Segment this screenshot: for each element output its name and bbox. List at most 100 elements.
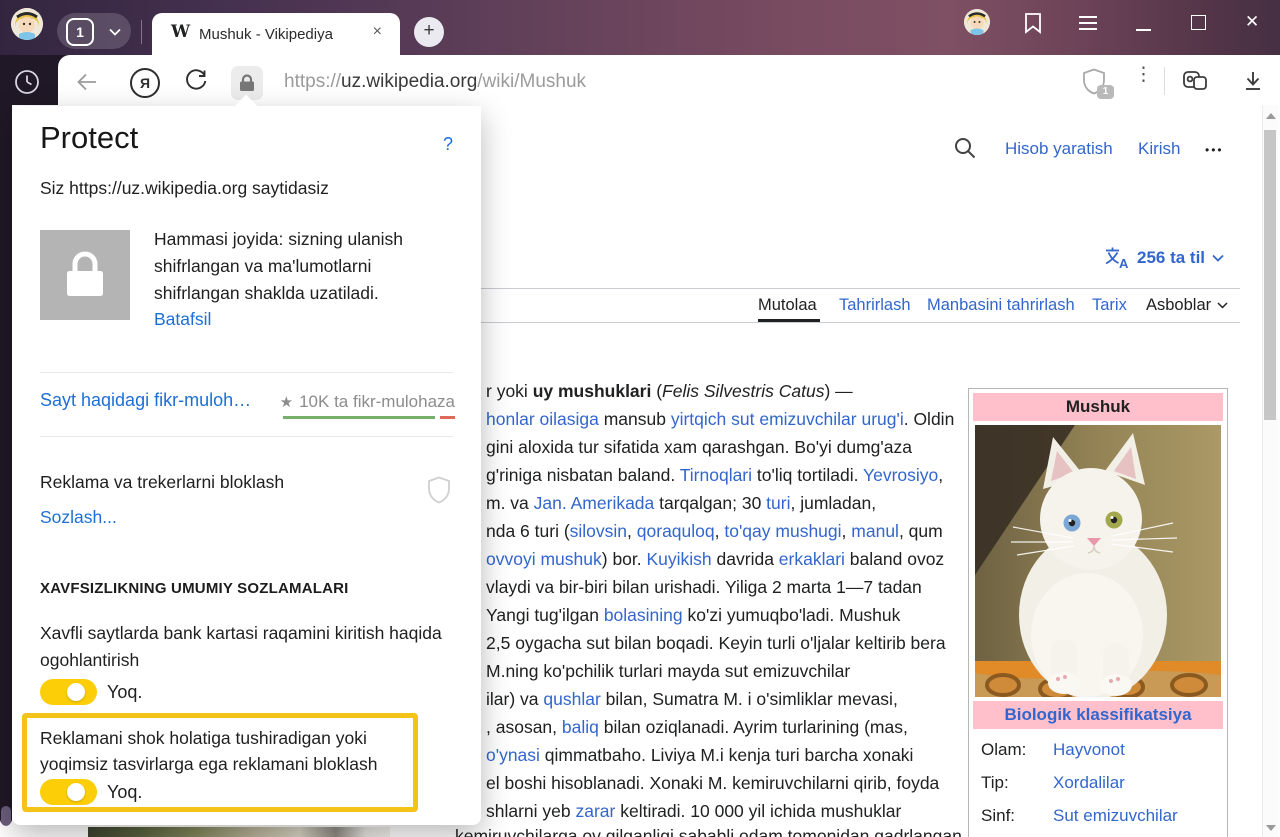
taxo-value-link[interactable]: Xordalilar [1053,773,1125,796]
toggle-knob [67,783,85,801]
configure-link[interactable]: Sozlash... [40,507,117,528]
article-text: , qum [899,521,943,541]
site-identity-text: Siz https://uz.wikipedia.org saytidasiz [40,178,329,199]
toggle-on[interactable] [40,679,97,705]
article-text: , [938,465,943,485]
article-line: r yoki uy mushuklari (Felis Silvestris C… [486,381,853,402]
scroll-down-arrow-icon[interactable] [1266,825,1276,831]
article-text: m. va [486,493,534,513]
article-link[interactable]: to'qay mushugi [724,521,841,541]
taxobox-title: Mushuk [973,393,1223,421]
article-text: vlaydi va bir-biri bilan urishadi. Yilig… [486,577,922,597]
article-image-strip [88,827,390,837]
site-rating[interactable]: ★ 10K ta fikr-mulohaza [280,392,455,412]
taxobox-table: Olam: Hayvonot Tip: Xordalilar Sinf: Sut… [973,735,1223,834]
taxobox: Mushuk [968,388,1228,837]
table-row: Sinf: Sut emizuvchilar [973,801,1223,834]
article-link[interactable]: qushlar [543,689,600,709]
secure-connection-tile [40,230,130,320]
taxo-label: Tip: [981,773,1053,796]
article-link[interactable]: turi [766,493,790,513]
scrollbar-thumb[interactable] [1264,130,1276,420]
table-row: Olam: Hayvonot [973,735,1223,768]
article-text: shlarni yeb [486,801,576,821]
article-link[interactable]: silovsin [570,521,627,541]
kitten-photo[interactable] [975,425,1221,697]
article-line: vlaydi va bir-biri bilan urishadi. Yilig… [486,577,922,598]
article-text: , [715,521,725,541]
article-link[interactable]: ovvoyi mushuk [486,549,602,569]
article-text: baland ovoz [845,549,944,569]
rating-count-text: 10K ta fikr-mulohaza [299,392,455,412]
article-link[interactable]: qoraquloq [637,521,715,541]
article-text: nda 6 turi ( [486,521,570,541]
article-link[interactable]: baliq [562,717,599,737]
taxo-label: Sinf: [981,806,1053,829]
bank-warning-toggle-row: Yoq. [40,679,142,705]
connection-status-text: Hammasi joyida: sizning ulanish shifrlan… [154,226,454,307]
sidebar-handle[interactable] [1,806,11,826]
panel-title: Protect [40,120,138,156]
toggle-on[interactable] [40,779,97,805]
article-clipped-line: kemiruvchilarga ov qilganligi sababli od… [455,826,982,837]
article-text: keltiradi. 10 000 yil ichida mushuklar [615,801,901,821]
lock-icon [64,251,106,299]
article-link[interactable]: erkaklari [779,549,845,569]
browser-window: 1 W Mushuk - Vikipediya × + [0,0,1280,837]
article-text: Felis Silvestris Catus [662,381,824,401]
site-feedback-link[interactable]: Sayt haqidagi fikr-muloh… [40,390,251,411]
toggle-state-label: Yoq. [107,682,142,703]
article-text: . Oldin [904,409,955,429]
article-link[interactable]: Yevrosiyo [863,465,938,485]
help-link[interactable]: ? [443,134,453,155]
article-text: , asosan, [486,717,562,737]
taxo-value-link[interactable]: Hayvonot [1053,740,1125,763]
taxo-label: Olam: [981,740,1053,763]
divider [40,436,453,437]
highlighted-setting-box: Reklamani shok holatiga tushiradigan yok… [22,713,418,812]
article-link[interactable]: manul [851,521,899,541]
adblock-shield [427,476,451,509]
star-icon: ★ [280,393,293,411]
scroll-up-arrow-icon[interactable] [1266,113,1276,119]
page-scrollbar[interactable] [1262,105,1278,837]
article-line: nda 6 turi (silovsin, qoraquloq, to'qay … [486,521,943,542]
article-text: bilan, Sumatra M. i o'simliklar mevasi, [601,689,898,709]
article-line: gini aloxida tur sifatida xam qarashgan.… [486,437,912,458]
security-settings-header: XAVFSIZLIKNING UMUMIY SOZLAMALARI [40,580,349,597]
divider [40,372,453,373]
article-line: g'riniga nisbatan baland. Tirnoqlari to'… [486,465,943,486]
taxo-value-link[interactable]: Sut emizuvchilar [1053,806,1178,829]
article-line: shlarni yeb zarar keltiradi. 10 000 yil … [486,801,901,822]
article-line: 2,5 oygacha sut bilan boqadi. Keyin turl… [486,633,946,654]
article-link[interactable]: bolasining [604,605,683,625]
article-text: ko'zi yumuqbo'ladi. Mushuk [683,605,901,625]
article-line: o'ynasi qimmatbaho. Liviya M.i kenja tur… [486,745,913,766]
article-link[interactable]: Tirnoqlari [680,465,752,485]
article-line: Yangi tug'ilgan bolasining ko'zi yumuqbo… [486,605,900,626]
article-link[interactable]: zarar [576,801,616,821]
article-link[interactable]: o'ynasi [486,745,540,765]
article-link[interactable]: Kuyikish [647,549,712,569]
article-line: ilar) va qushlar bilan, Sumatra M. i o's… [486,689,898,710]
article-text: el boshi hisoblanadi. Xonaki M. kemiruvc… [486,773,939,793]
article-text: 2,5 oygacha sut bilan boqadi. Keyin turl… [486,633,946,653]
rating-bar-negative [440,416,455,419]
article-text: mansub [599,409,671,429]
adblock-section-label: Reklama va trekerlarni bloklash [40,472,284,493]
article-link[interactable]: Jan. Amerikada [534,493,655,513]
details-link[interactable]: Batafsil [154,309,211,330]
article-line: , asosan, baliq bilan oziqlanadi. Ayrim … [486,717,908,738]
article-link[interactable]: yirtqich sut emizuvchilar urug'i [671,409,904,429]
article-text: M.ning ko'pchilik turlari mayda sut emiz… [486,661,850,681]
article-line: honlar oilasiga mansub yirtqich sut emiz… [486,409,954,430]
table-row: Tip: Xordalilar [973,768,1223,801]
shock-ads-toggle-row: Yoq. [40,779,142,805]
sidebar-edge [0,105,12,825]
article-text: , [627,521,637,541]
article-text: ( [651,381,662,401]
article-text: ilar) va [486,689,543,709]
taxobox-section-title[interactable]: Biologik klassifikatsiya [973,701,1223,729]
article-line: m. va Jan. Amerikada tarqalgan; 30 turi,… [486,493,876,514]
article-link[interactable]: honlar oilasiga [486,409,599,429]
